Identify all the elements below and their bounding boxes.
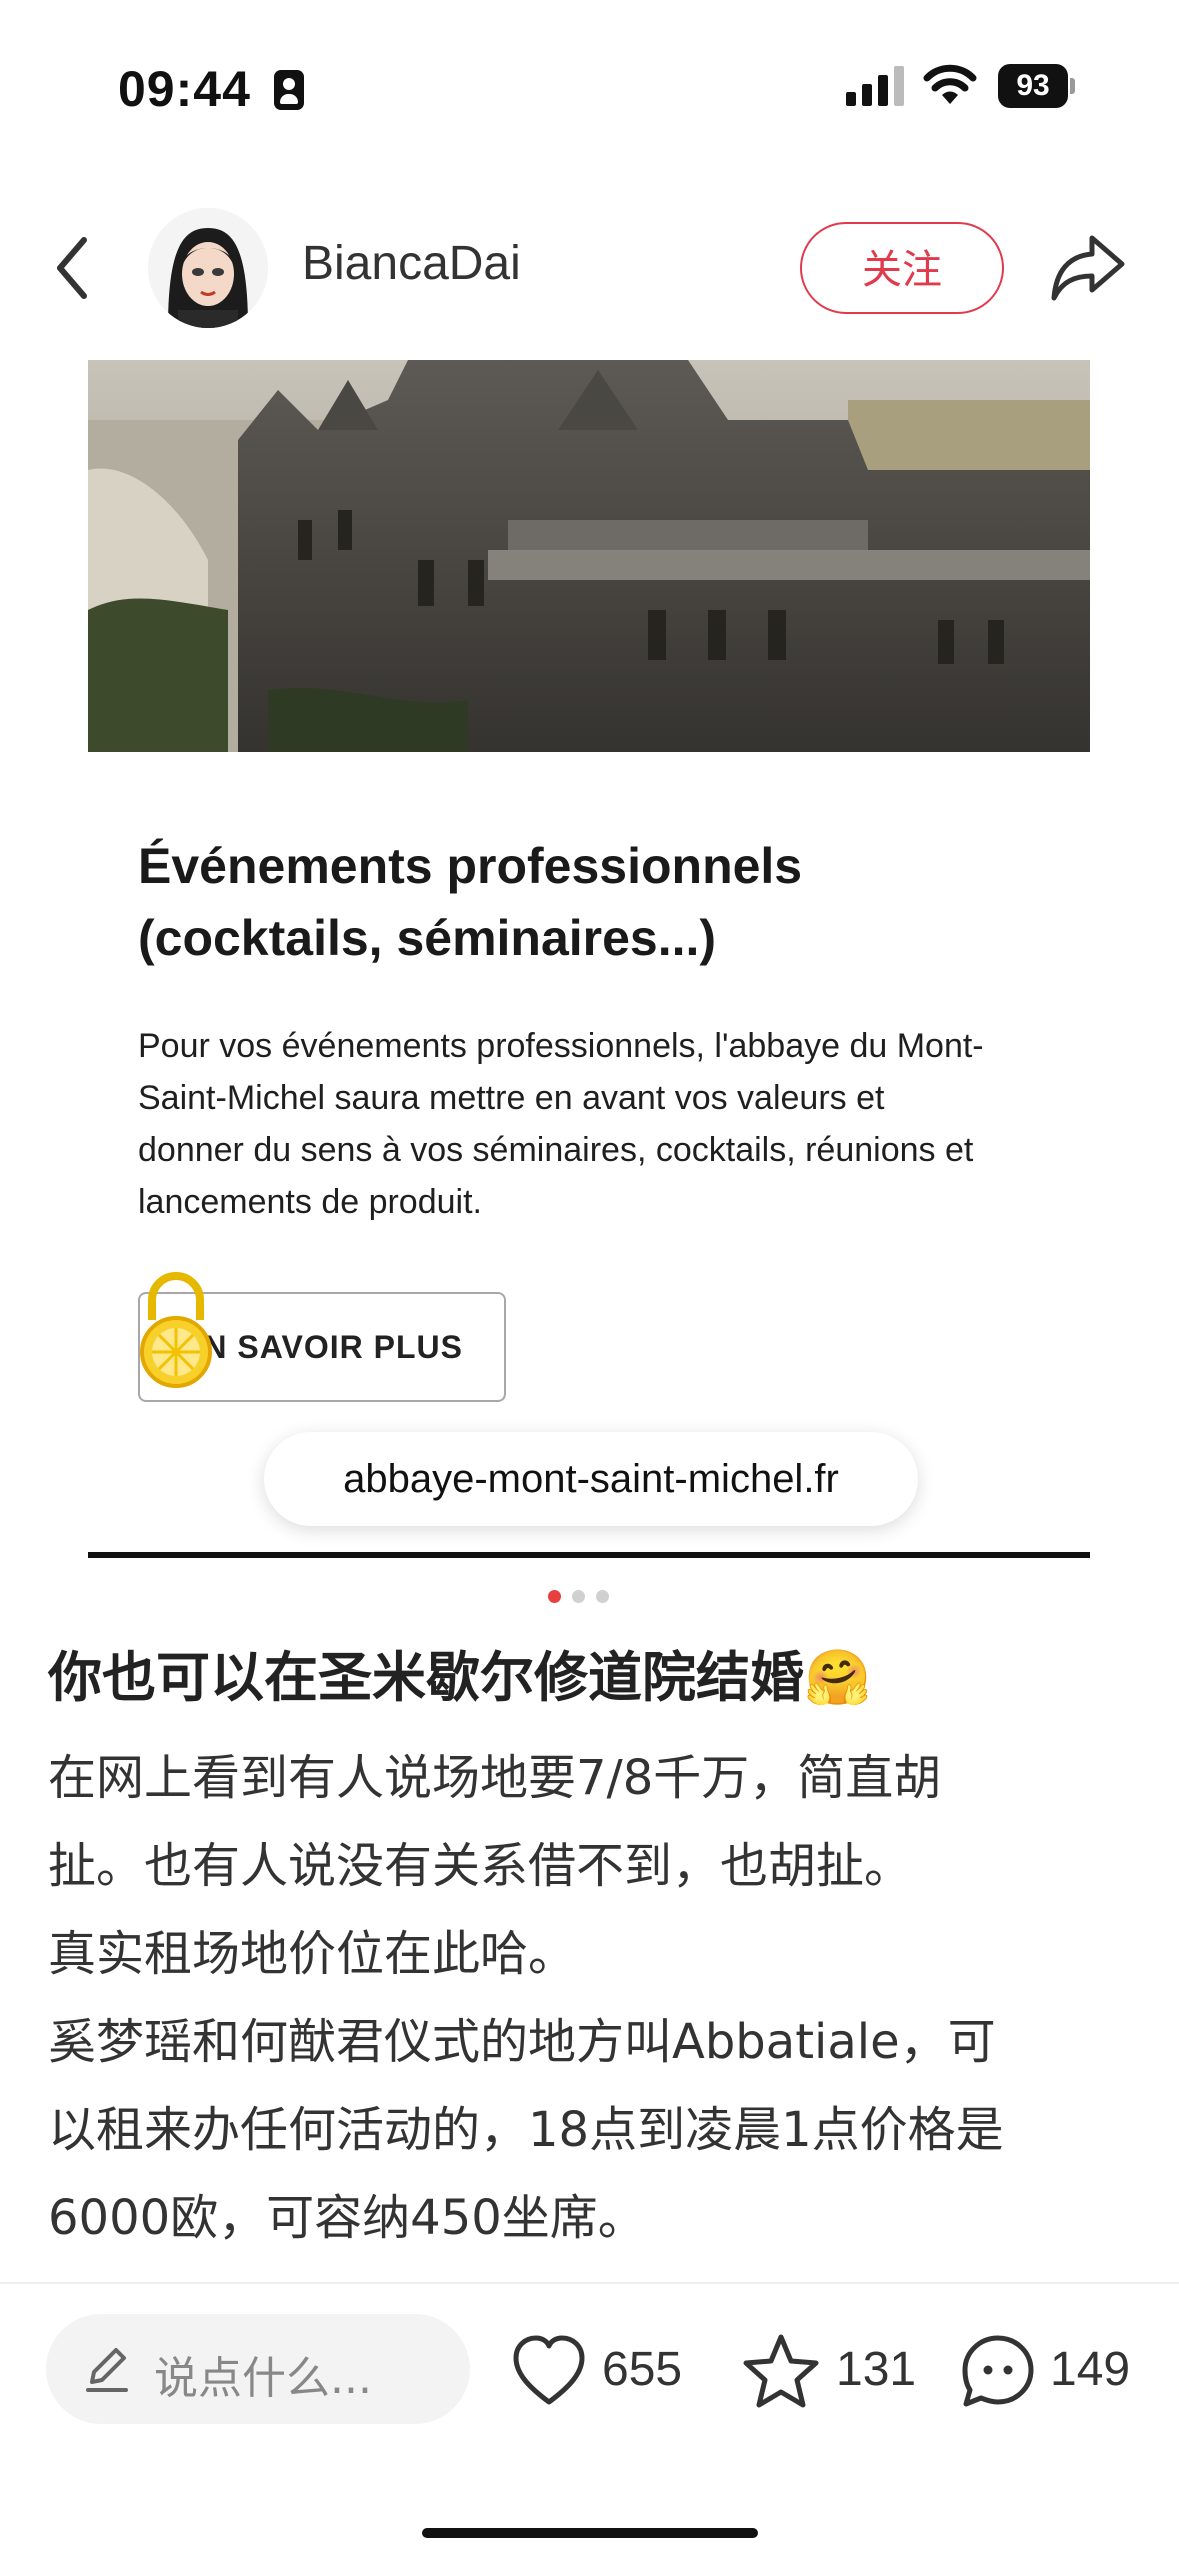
comment-placeholder: 说点什么... [154,2353,372,2404]
source-url-pill: abbaye-mont-saint-michel.fr [264,1432,918,1526]
follow-button[interactable]: 关注 [800,222,1004,314]
signal-icon [846,64,906,106]
share-icon[interactable] [1048,230,1128,306]
pen-icon [86,2348,128,2392]
abbey-photo [88,360,1090,752]
comment-count: 149 [1050,2343,1131,2396]
card-title: Événements professionnels (cocktails, sé… [138,838,803,966]
person-id-icon [274,70,304,110]
carousel-dot [572,1590,585,1603]
favorite-button[interactable]: 131 [740,2322,920,2418]
like-button[interactable]: 655 [510,2322,700,2418]
home-indicator[interactable] [422,2528,758,2538]
post-title: 你也可以在圣米歇尔修道院结婚🤗 [48,1646,872,1709]
comment-button[interactable]: 149 [958,2322,1158,2418]
carousel-dot-active [548,1590,561,1603]
carousel-dots [548,1588,620,1603]
back-chevron-icon[interactable] [50,228,100,308]
like-count: 655 [602,2343,683,2396]
post-image-carousel[interactable]: Événements professionnels (cocktails, sé… [88,360,1090,1560]
carousel-dot [596,1590,609,1603]
favorite-count: 131 [836,2343,917,2396]
status-time: 09:44 [118,61,251,117]
lemon-lock-icon [140,1272,212,1388]
comment-input[interactable]: 说点什么... [46,2314,470,2424]
card-description: Pour vos événements professionnels, l'ab… [138,1027,984,1221]
post-body: 在网上看到有人说场地要7/8千万，简直胡 扯。也有人说没有关系借不到，也胡扯。 … [48,1750,1004,2246]
wifi-icon [923,64,977,104]
battery-icon: 93 [998,64,1075,108]
comment-bubble-icon [962,2335,1034,2407]
avatar[interactable] [148,208,268,328]
battery-level: 93 [998,64,1068,108]
heart-icon [513,2335,585,2405]
username[interactable]: BiancaDai [302,236,521,291]
star-icon [743,2334,819,2408]
